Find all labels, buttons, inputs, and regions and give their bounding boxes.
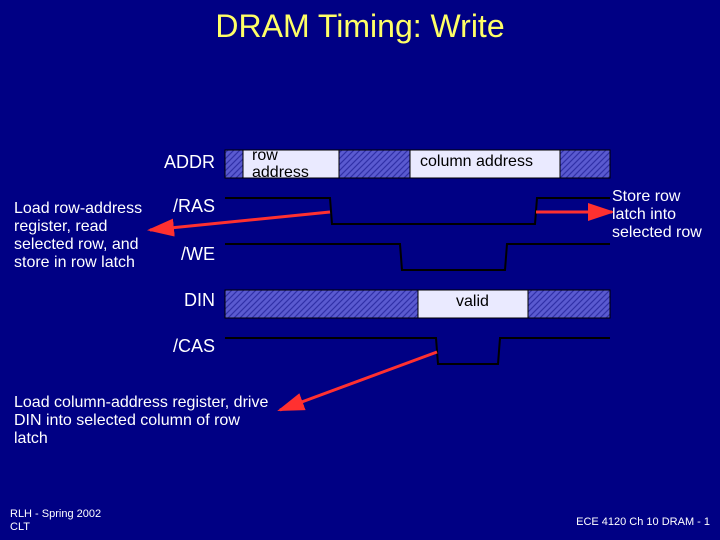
addr-row-label: row address bbox=[252, 148, 332, 182]
label-din: DIN bbox=[140, 290, 215, 311]
arrow-cas-fall-down bbox=[280, 352, 437, 410]
note-right: Store row latch into selected row bbox=[612, 188, 712, 242]
note-lower: Load column-address register, drive DIN … bbox=[14, 394, 274, 448]
label-ras: /RAS bbox=[140, 196, 215, 217]
note-left: Load row-address register, read selected… bbox=[14, 200, 149, 272]
addr-col-label: column address bbox=[420, 153, 533, 171]
label-cas: /CAS bbox=[140, 336, 215, 357]
footer-left-line2: CLT bbox=[10, 521, 30, 533]
footer-right: ECE 4120 Ch 10 DRAM - 1 bbox=[576, 516, 710, 528]
signal-din bbox=[225, 290, 610, 318]
label-addr: ADDR bbox=[140, 152, 215, 173]
footer-left-line1: RLH - Spring 2002 bbox=[10, 508, 101, 520]
signal-we bbox=[225, 244, 610, 270]
label-we: /WE bbox=[140, 244, 215, 265]
footer-left: RLH - Spring 2002 CLT bbox=[10, 508, 101, 534]
din-valid-label: valid bbox=[456, 293, 489, 311]
